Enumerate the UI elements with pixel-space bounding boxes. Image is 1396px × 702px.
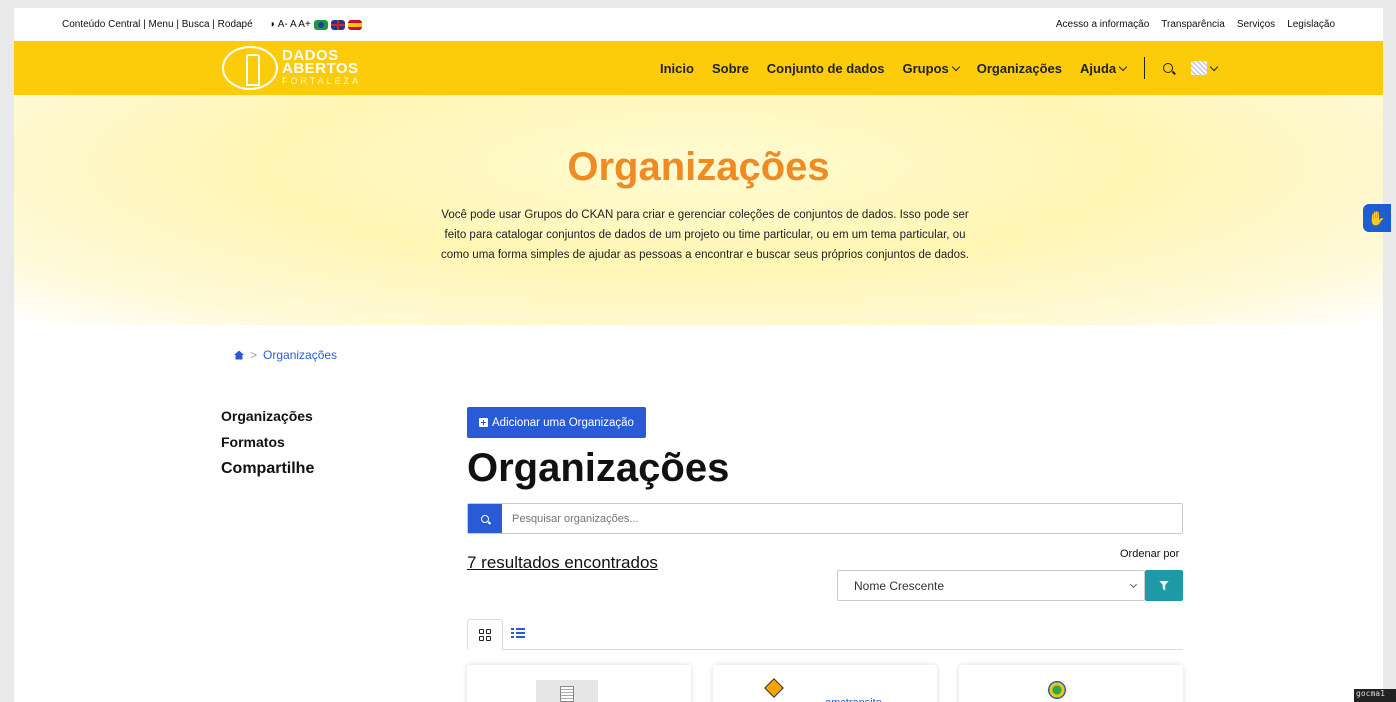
main-navbar: DADOS ABERTOS FORTALEZA Inicio Sobre Con… xyxy=(14,41,1383,95)
link-servicos[interactable]: Serviços xyxy=(1237,19,1275,30)
contrast-icon[interactable]: ◑ xyxy=(269,19,275,30)
nav-ajuda[interactable]: Ajuda xyxy=(1080,61,1128,76)
chevron-down-icon xyxy=(1129,580,1138,588)
building-icon xyxy=(536,680,598,702)
breadcrumb: > Organizações xyxy=(234,348,337,362)
spain-flag-icon[interactable] xyxy=(347,19,362,30)
filter-button[interactable] xyxy=(1145,570,1183,601)
sidebar-item-formatos[interactable]: Formatos xyxy=(221,434,314,450)
coat-of-arms-icon xyxy=(1048,681,1066,699)
nav-conjunto-de-dados[interactable]: Conjunto de dados xyxy=(767,61,885,76)
vlibras-widget[interactable]: ✋ xyxy=(1363,204,1391,232)
hero-title: Organizações xyxy=(567,145,830,189)
corner-tag: gocma1 xyxy=(1354,689,1396,702)
skip-links[interactable]: Conteúdo Central | Menu | Busca | Rodapé xyxy=(62,19,253,30)
nav-grupos[interactable]: Grupos xyxy=(903,61,960,76)
link-transparencia[interactable]: Transparência xyxy=(1161,19,1225,30)
top-links: Acesso a informação Transparência Serviç… xyxy=(1056,19,1335,30)
brazil-flag-icon[interactable] xyxy=(313,19,328,30)
view-tabs xyxy=(467,619,1183,650)
search-icon xyxy=(481,514,489,523)
nav-organizacoes[interactable]: Organizações xyxy=(977,61,1062,76)
link-acesso-informacao[interactable]: Acesso a informação xyxy=(1056,19,1149,30)
chevron-down-icon xyxy=(1118,62,1128,71)
organization-card[interactable] xyxy=(959,665,1183,702)
chevron-down-icon xyxy=(1209,62,1219,71)
site-logo[interactable]: DADOS ABERTOS FORTALEZA xyxy=(222,46,361,90)
breadcrumb-current[interactable]: Organizações xyxy=(263,348,337,362)
nav-divider xyxy=(1144,57,1146,79)
search-button[interactable] xyxy=(468,504,502,533)
list-view-tab[interactable] xyxy=(511,628,525,640)
page-title: Organizações xyxy=(467,446,730,490)
nav-sobre[interactable]: Sobre xyxy=(712,61,749,76)
home-icon[interactable] xyxy=(234,350,244,360)
sort-select[interactable]: Nome Crescente xyxy=(837,570,1145,601)
nav-inicio[interactable]: Inicio xyxy=(660,61,694,76)
organization-card[interactable]: amctransito xyxy=(713,665,937,702)
page: Conteúdo Central | Menu | Busca | Rodapé… xyxy=(14,8,1383,702)
nav-menu: Inicio Sobre Conjunto de dados Grupos Or… xyxy=(660,41,1219,95)
add-organization-button[interactable]: Adicionar uma Organização xyxy=(467,407,646,438)
organization-cards: amctransito xyxy=(467,665,1183,702)
hand-icon: ✋ xyxy=(1368,209,1386,226)
uk-flag-icon[interactable] xyxy=(330,19,345,30)
breadcrumb-separator: > xyxy=(250,348,258,362)
sidebar: Organizações Formatos Compartilhe xyxy=(221,408,314,488)
language-flag-icon xyxy=(1191,61,1208,75)
font-size-controls[interactable]: A- A A+ xyxy=(278,19,311,30)
hero-banner: Organizações Você pode usar Grupos do CK… xyxy=(14,95,1383,325)
organization-card[interactable] xyxy=(467,665,691,702)
list-icon xyxy=(511,628,525,630)
accessibility-controls[interactable]: ◑ A- A A+ xyxy=(269,19,362,30)
organization-search xyxy=(467,503,1183,534)
plus-square-icon xyxy=(479,418,488,427)
link-legislacao[interactable]: Legislação xyxy=(1287,19,1335,30)
results-count: 7 resultados encontrados xyxy=(467,553,658,572)
utility-bar: Conteúdo Central | Menu | Busca | Rodapé… xyxy=(14,8,1383,41)
grid-icon xyxy=(479,628,491,641)
language-selector[interactable] xyxy=(1191,61,1219,75)
traffic-sign-icon xyxy=(764,678,784,698)
search-input[interactable] xyxy=(502,504,1182,533)
chevron-down-icon xyxy=(951,62,960,71)
sort-label: Ordenar por xyxy=(1120,548,1180,560)
lighthouse-icon xyxy=(222,46,278,90)
sidebar-share[interactable]: Compartilhe xyxy=(221,460,314,478)
organization-name[interactable]: amctransito xyxy=(825,697,882,702)
hero-description: Você pode usar Grupos do CKAN para criar… xyxy=(440,209,969,261)
search-icon[interactable] xyxy=(1163,63,1174,73)
sidebar-item-organizacoes[interactable]: Organizações xyxy=(221,408,314,424)
grid-view-tab[interactable] xyxy=(467,619,503,650)
filter-icon xyxy=(1159,580,1169,591)
logo-text: DADOS ABERTOS FORTALEZA xyxy=(282,46,362,86)
